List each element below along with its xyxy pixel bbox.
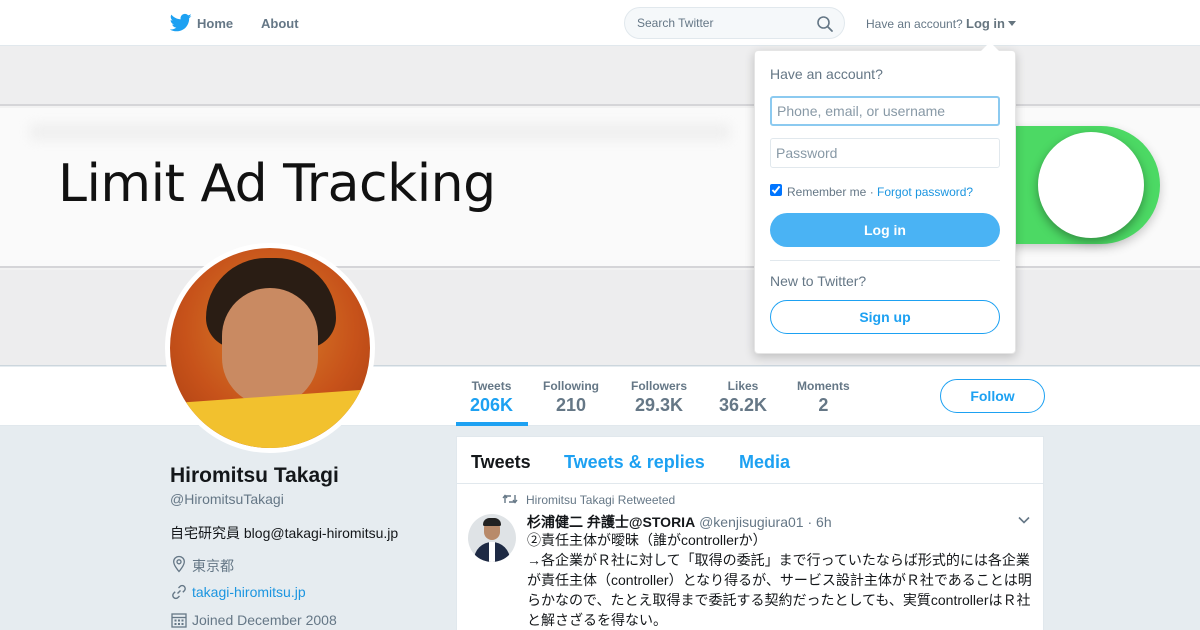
tweet-line: が責任主体（controller）となり得るが、サービス設計主体がＲ社であること… (527, 572, 1032, 588)
dropdown-title: Have an account? (770, 66, 883, 82)
stat-tweets[interactable]: Tweets 206K (470, 379, 513, 416)
tab-tweets[interactable]: Tweets (471, 452, 531, 473)
tweet-line: と解さざるを得ない。 (527, 612, 667, 628)
active-stat-underline (456, 422, 528, 426)
tweet-author-avatar[interactable] (468, 514, 516, 562)
tab-media[interactable]: Media (739, 452, 790, 473)
login-button[interactable]: Log in (770, 213, 1000, 247)
tweet-separator: · (807, 514, 813, 530)
tweet-text: ②責任主体が曖昧（誰がcontrollerか） →各企業がＲ社に対して「取得の委… (527, 530, 1035, 630)
stat-label: Likes (727, 379, 759, 393)
location-pin-icon (173, 555, 185, 573)
remember-row: Remember me · Forgot password? (787, 185, 973, 199)
banner-band (0, 46, 1200, 106)
nav-about-link[interactable]: About (261, 16, 299, 31)
location-text: 東京都 (192, 558, 234, 574)
avatar-sign (184, 389, 368, 448)
stat-value: 2 (818, 395, 829, 415)
calendar-icon (171, 613, 187, 628)
signup-button[interactable]: Sign up (770, 300, 1000, 334)
website-link[interactable]: takagi-hiromitsu.jp (192, 584, 306, 600)
timeline-tabs: Tweets Tweets & replies Media (457, 437, 1043, 484)
top-navigation-bar: Home About Search Twitter Have an accoun… (0, 0, 1200, 46)
tweet-line: らかなので、たとえ取得まで委託する契約だったとしても、実質controllerは… (527, 592, 1031, 608)
twitter-bird-icon[interactable] (170, 13, 192, 33)
joined-text: Joined December 2008 (192, 612, 337, 628)
stat-value: 36.2K (719, 395, 768, 415)
stat-label: Following (543, 379, 599, 393)
stat-value: 206K (470, 395, 514, 415)
have-account-text: Have an account? (866, 17, 963, 31)
timeline: Tweets Tweets & replies Media Hiromitsu … (456, 436, 1044, 630)
divider (770, 260, 1000, 261)
login-link-label: Log in (966, 16, 1005, 31)
stat-moments[interactable]: Moments 2 (797, 379, 850, 416)
tweet-author-name[interactable]: 杉浦健二 弁護士@STORIA (527, 514, 695, 530)
tab-tweets-and-replies[interactable]: Tweets & replies (564, 452, 705, 473)
login-dropdown-toggle[interactable]: Log in (966, 16, 1016, 31)
search-icon[interactable] (816, 15, 834, 33)
stat-label: Followers (631, 379, 688, 393)
profile-handle: @HiromitsuTakagi (170, 491, 284, 507)
separator-dot: · (869, 185, 874, 199)
stat-label: Tweets (471, 379, 512, 393)
avatar-shirt (489, 542, 495, 562)
remember-me-label[interactable]: Remember me (787, 185, 866, 199)
stat-value: 210 (555, 395, 587, 415)
tweet-line: →各企業がＲ社に対して「取得の委託」まで行っていたならば形式的には各企業 (527, 552, 1030, 568)
forgot-password-link[interactable]: Forgot password? (877, 185, 973, 199)
profile-avatar[interactable] (165, 243, 375, 453)
nav-home-link[interactable]: Home (197, 16, 233, 31)
username-field[interactable] (770, 96, 1000, 126)
stat-likes[interactable]: Likes 36.2K (719, 379, 767, 416)
retweet-context[interactable]: Hiromitsu Takagi Retweeted (526, 493, 675, 507)
search-input[interactable]: Search Twitter (624, 7, 845, 39)
profile-bio: 自宅研究員 blog@takagi-hiromitsu.jp (170, 525, 399, 541)
tweet-author-handle[interactable]: @kenjisugiura01 (699, 514, 804, 530)
stat-followers[interactable]: Followers 29.3K (631, 379, 687, 416)
banner-text: Limit Ad Tracking (58, 154, 496, 214)
profile-name[interactable]: Hiromitsu Takagi (170, 464, 339, 488)
tweet-line: ②責任主体が曖昧（誰がcontrollerか） (527, 532, 767, 548)
caret-down-icon (1008, 21, 1016, 26)
remember-me-checkbox[interactable] (770, 184, 782, 196)
stat-label: Moments (797, 379, 850, 393)
tweet-time[interactable]: 6h (816, 514, 832, 530)
link-icon (172, 584, 186, 600)
avatar-hair (483, 518, 501, 526)
stat-value: 29.3K (634, 395, 684, 415)
tweet-header: 杉浦健二 弁護士@STORIA @kenjisugiura01 · 6h (527, 512, 832, 532)
toggle-knob (1038, 132, 1144, 238)
avatar-face (222, 288, 318, 406)
new-to-twitter-text: New to Twitter? (770, 273, 867, 289)
retweet-icon (502, 494, 518, 504)
stat-following[interactable]: Following 210 (543, 379, 599, 416)
chevron-down-icon[interactable] (1017, 515, 1031, 525)
login-dropdown: Have an account? Remember me · Forgot pa… (754, 42, 1016, 354)
password-field[interactable] (770, 138, 1000, 168)
follow-button[interactable]: Follow (940, 379, 1045, 413)
dropdown-arrow (981, 42, 999, 51)
search-placeholder: Search Twitter (637, 16, 714, 30)
banner-blur (30, 124, 730, 140)
